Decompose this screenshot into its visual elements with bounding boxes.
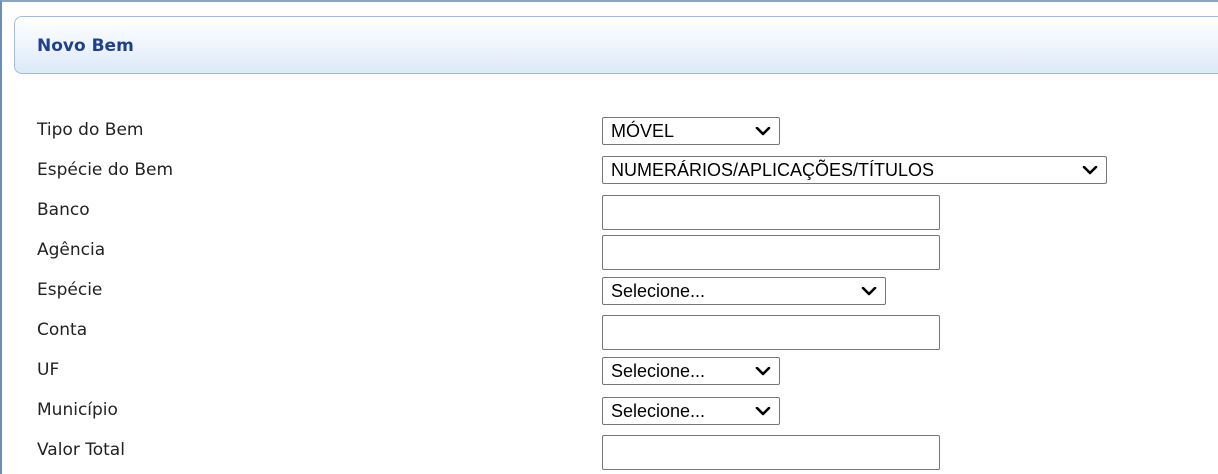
field-label-uf: UF xyxy=(37,360,60,380)
agencia-input[interactable] xyxy=(602,235,940,270)
field-label-banco: Banco xyxy=(37,200,90,220)
field-label-conta: Conta xyxy=(37,320,88,340)
tipo-do-bem-selected-value: MÓVEL xyxy=(611,121,675,141)
field-label-especie-do-bem: Espécie do Bem xyxy=(37,160,174,180)
field-label-especie: Espécie xyxy=(37,280,103,300)
uf-select[interactable]: Selecione... xyxy=(602,357,780,385)
municipio-selected-value: Selecione... xyxy=(611,401,706,421)
banco-input[interactable] xyxy=(602,195,940,230)
tipo-do-bem-select[interactable]: MÓVEL xyxy=(602,117,780,145)
field-label-valor-total: Valor Total xyxy=(37,440,125,460)
field-label-municipio: Município xyxy=(37,400,118,420)
chevron-down-icon xyxy=(861,287,877,296)
valor-total-input[interactable] xyxy=(602,435,940,470)
field-label-agencia: Agência xyxy=(37,240,106,260)
panel-header: Novo Bem xyxy=(14,16,1218,74)
panel-title: Novo Bem xyxy=(37,36,134,56)
especie-do-bem-selected-value: NUMERÁRIOS/APLICAÇÕES/TÍTULOS xyxy=(611,160,935,180)
chevron-down-icon xyxy=(755,127,771,136)
chevron-down-icon xyxy=(755,407,771,416)
especie-selected-value: Selecione... xyxy=(611,281,706,301)
especie-select[interactable]: Selecione... xyxy=(602,277,886,305)
chevron-down-icon xyxy=(1082,166,1098,175)
municipio-select[interactable]: Selecione... xyxy=(602,397,780,425)
chevron-down-icon xyxy=(755,367,771,376)
uf-selected-value: Selecione... xyxy=(611,361,706,381)
field-label-tipo-do-bem: Tipo do Bem xyxy=(37,120,144,140)
conta-input[interactable] xyxy=(602,315,940,350)
especie-do-bem-select[interactable]: NUMERÁRIOS/APLICAÇÕES/TÍTULOS xyxy=(602,156,1107,184)
